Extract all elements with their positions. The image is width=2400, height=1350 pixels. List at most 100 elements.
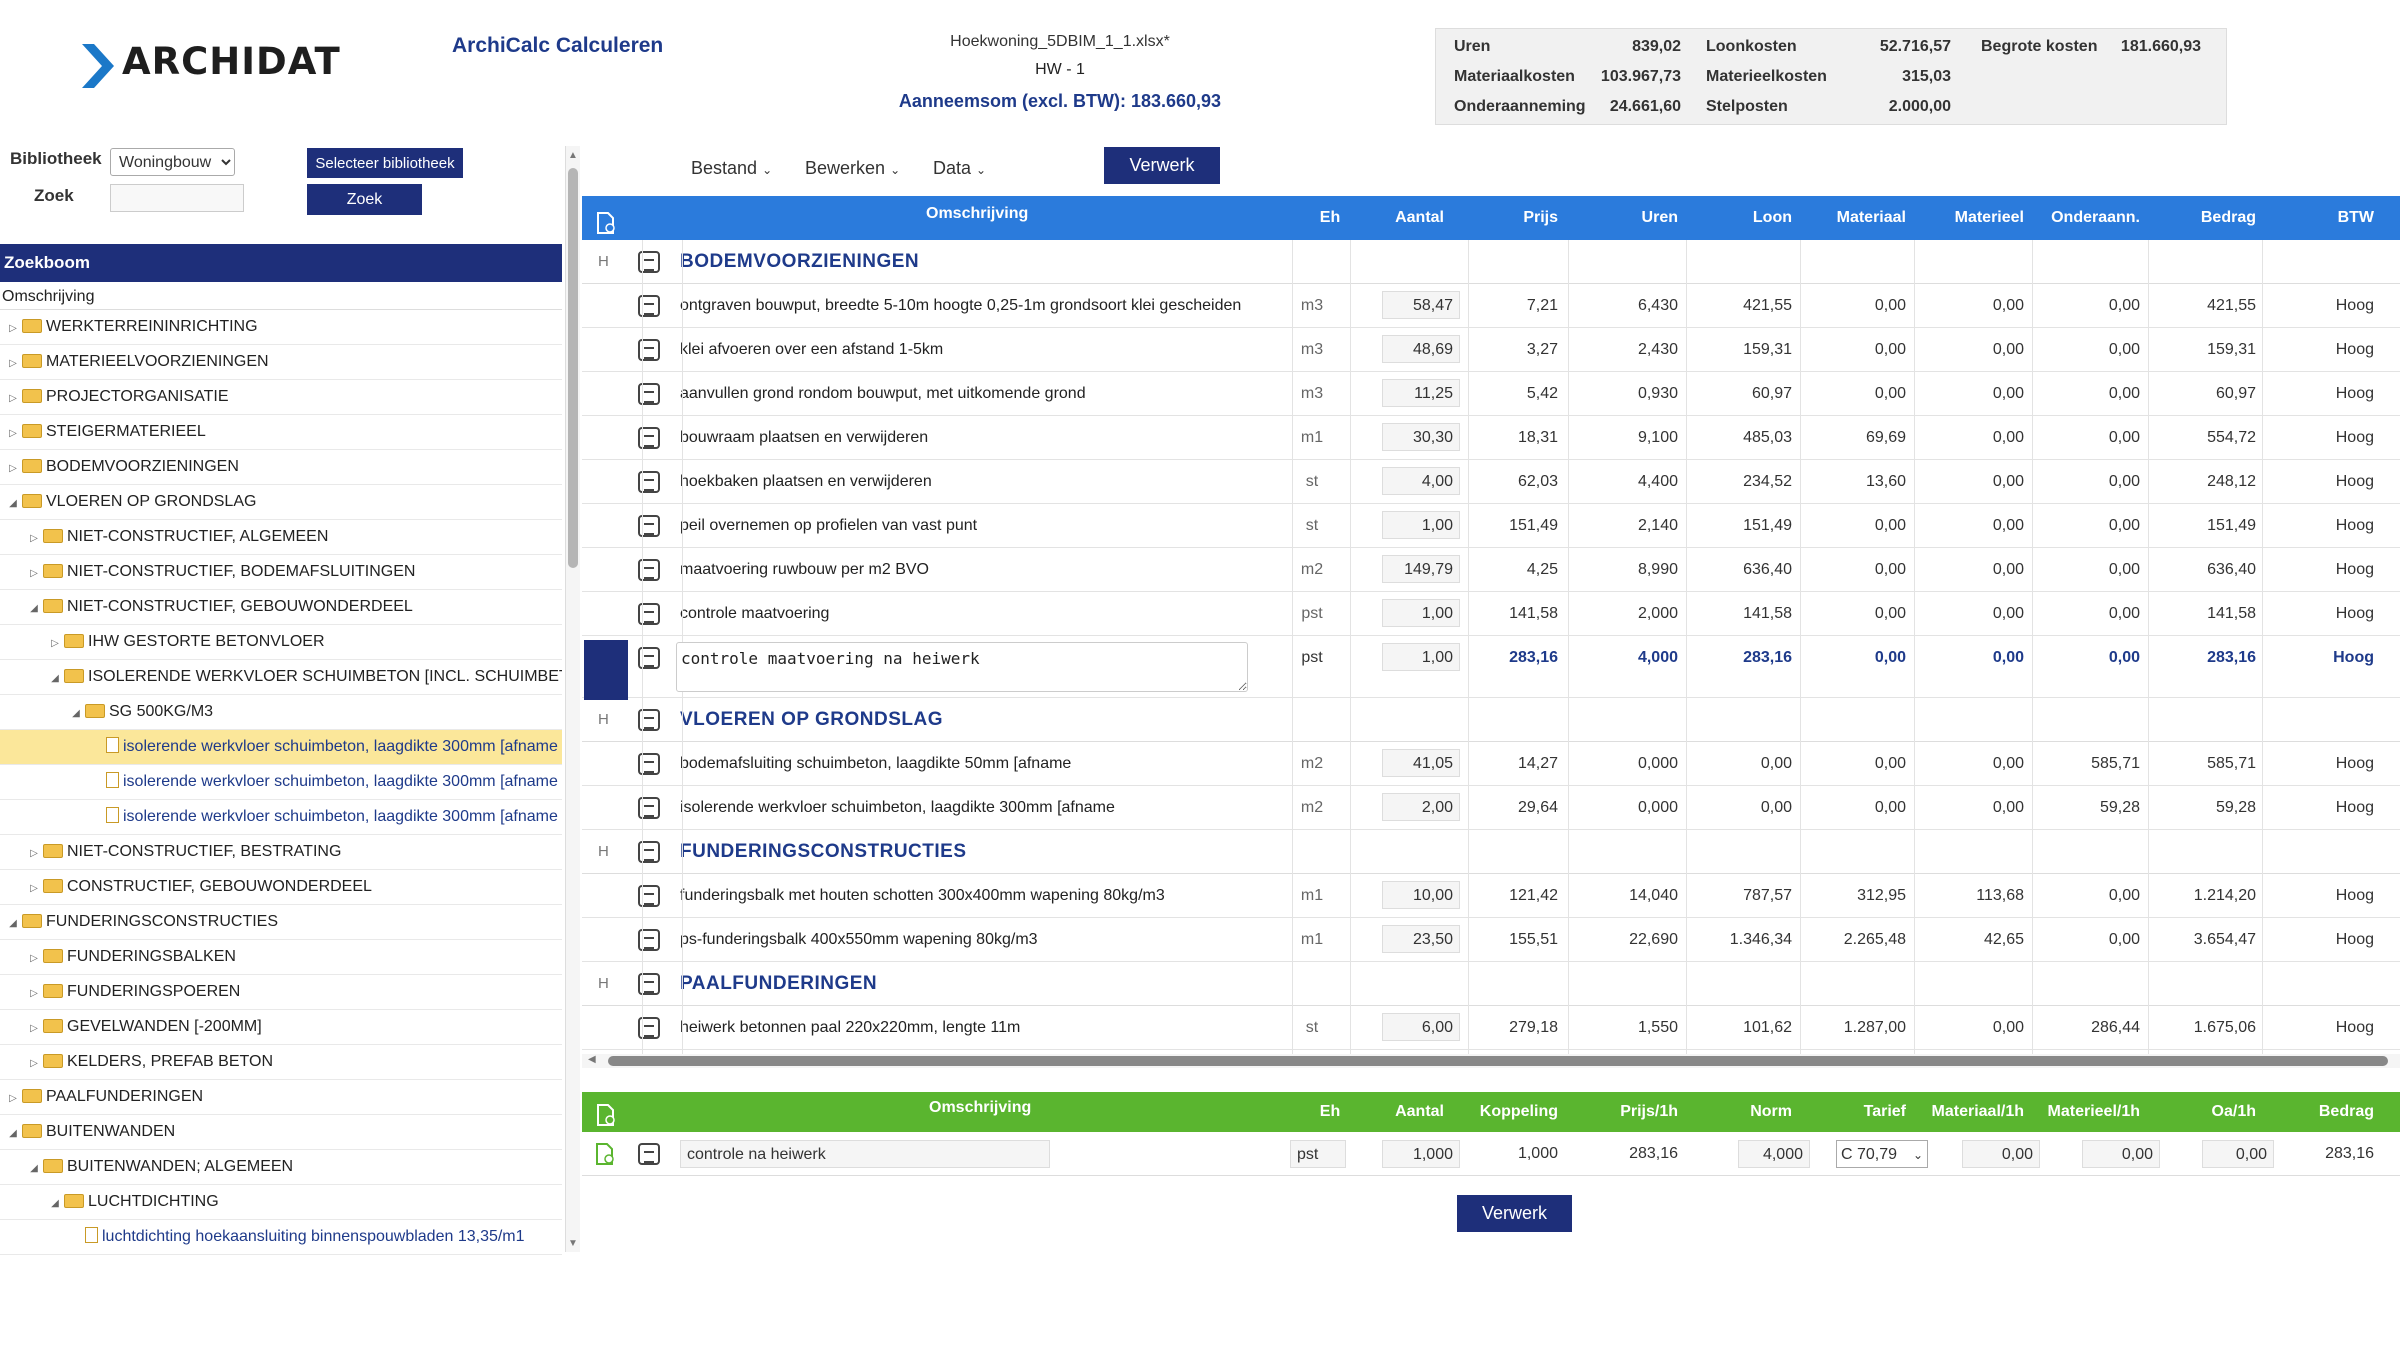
- table-row[interactable]: isolerende werkvloer schuimbeton, laagdi…: [582, 786, 2400, 830]
- expand-icon[interactable]: ▷: [27, 1012, 41, 1044]
- collapse-icon[interactable]: ◢: [6, 907, 20, 939]
- detail-description-input[interactable]: controle na heiwerk: [680, 1140, 1050, 1168]
- scroll-up-icon[interactable]: ▲: [568, 150, 578, 161]
- tree-folder-item[interactable]: ◢ BUITENWANDEN; ALGEMEEN: [0, 1150, 562, 1185]
- add-document-icon[interactable]: [596, 208, 616, 234]
- table-row[interactable]: ontgraven bouwput, breedte 5-10m hoogte …: [582, 284, 2400, 328]
- collapse-icon[interactable]: ◢: [27, 592, 41, 624]
- row-aantal-input[interactable]: 4,00: [1382, 467, 1460, 495]
- detail-aantal-input[interactable]: 1,000: [1382, 1140, 1460, 1168]
- tree-folder-item[interactable]: ◢ FUNDERINGSCONSTRUCTIES: [0, 905, 562, 940]
- row-aantal-input[interactable]: 48,69: [1382, 335, 1460, 363]
- table-row[interactable]: hoekbaken plaatsen en verwijderen st 4,00 6…: [582, 460, 2400, 504]
- expand-icon[interactable]: ▷: [6, 347, 20, 379]
- collapse-icon[interactable]: ◢: [6, 487, 20, 519]
- detail-materieel1h-input[interactable]: 0,00: [2082, 1140, 2160, 1168]
- tree-folder-item[interactable]: ◢ VLOEREN OP GRONDSLAG: [0, 485, 562, 520]
- row-aantal-input[interactable]: 11,25: [1382, 379, 1460, 407]
- row-aantal-input[interactable]: 10,00: [1382, 881, 1460, 909]
- table-row[interactable]: controle maatvoering pst 1,00 141,58 2,000 14…: [582, 592, 2400, 636]
- table-section-row[interactable]: H VLOEREN OP GRONDSLAG: [582, 698, 2400, 742]
- table-section-row[interactable]: H FUNDERINGSCONSTRUCTIES: [582, 830, 2400, 874]
- table-section-row[interactable]: H BODEMVOORZIENINGEN: [582, 240, 2400, 284]
- tree-folder-item[interactable]: ▷ IHW GESTORTE BETONVLOER: [0, 625, 562, 660]
- collapse-icon[interactable]: ◢: [69, 697, 83, 729]
- row-aantal-input[interactable]: 149,79: [1382, 555, 1460, 583]
- menu-data[interactable]: Data ⌄: [933, 158, 986, 179]
- tree-leaf-item[interactable]: isolerende werkvloer schuimbeton, laagdi…: [0, 730, 562, 765]
- table-row[interactable]: bodemafsluiting schuimbeton, laagdikte 5…: [582, 742, 2400, 786]
- row-aantal-input[interactable]: 1,00: [1382, 599, 1460, 627]
- tree-folder-item[interactable]: ◢ LUCHTDICHTING: [0, 1185, 562, 1220]
- expand-icon[interactable]: ▷: [6, 382, 20, 414]
- table-row[interactable]: funderingsbalk met houten schotten 300x4…: [582, 874, 2400, 918]
- expand-icon[interactable]: ▷: [27, 837, 41, 869]
- expand-icon[interactable]: ▷: [27, 872, 41, 904]
- menu-bewerken[interactable]: Bewerken ⌄: [805, 158, 900, 179]
- expand-icon[interactable]: ▷: [6, 312, 20, 344]
- calculator-icon[interactable]: [638, 1143, 660, 1165]
- tree-folder-item[interactable]: ▷ GEVELWANDEN [-200MM]: [0, 1010, 562, 1045]
- detail-materiaal1h-input[interactable]: 0,00: [1962, 1140, 2040, 1168]
- tree-folder-item[interactable]: ▷ MATERIEELVOORZIENINGEN: [0, 345, 562, 380]
- row-aantal-input[interactable]: 1,00: [1382, 643, 1460, 671]
- collapse-icon[interactable]: ◢: [6, 1117, 20, 1149]
- table-row[interactable]: bouwraam plaatsen en verwijderen m1 30,30 1…: [582, 416, 2400, 460]
- table-row[interactable]: peil overnemen op profielen van vast pun…: [582, 504, 2400, 548]
- collapse-icon[interactable]: ◢: [48, 1187, 62, 1219]
- add-document-icon[interactable]: [594, 1143, 616, 1165]
- detail-eh-input[interactable]: pst: [1290, 1140, 1346, 1168]
- main-table-scrollbar-thumb[interactable]: [608, 1056, 2388, 1066]
- tree-folder-item[interactable]: ▷ KELDERS, PREFAB BETON: [0, 1045, 562, 1080]
- tree-leaf-item[interactable]: isolerende werkvloer schuimbeton, laagdi…: [0, 765, 562, 800]
- search-input[interactable]: [110, 184, 244, 212]
- collapse-icon[interactable]: ◢: [27, 1152, 41, 1184]
- expand-icon[interactable]: ▷: [6, 452, 20, 484]
- add-document-icon[interactable]: [596, 1102, 616, 1126]
- tree-folder-item[interactable]: ▷ PROJECTORGANISATIE: [0, 380, 562, 415]
- row-aantal-input[interactable]: 6,00: [1382, 1013, 1460, 1041]
- table-row[interactable]: heiwerk betonnen paal 220x220mm, lengte …: [582, 1006, 2400, 1050]
- menu-bestand[interactable]: Bestand ⌄: [691, 158, 772, 179]
- tree-folder-item[interactable]: ▷ NIET-CONSTRUCTIEF, BESTRATING: [0, 835, 562, 870]
- collapse-icon[interactable]: ◢: [48, 662, 62, 694]
- tree-folder-item[interactable]: ▷ FUNDERINGSPOEREN: [0, 975, 562, 1010]
- active-row-marker[interactable]: [584, 640, 628, 700]
- tree-folder-item[interactable]: ▷ FUNDERINGSBALKEN: [0, 940, 562, 975]
- row-aantal-input[interactable]: 1,00: [1382, 511, 1460, 539]
- tree-folder-item[interactable]: ▷ NIET-CONSTRUCTIEF, BODEMAFSLUITINGEN: [0, 555, 562, 590]
- tree-folder-item[interactable]: ▷ PAALFUNDERINGEN: [0, 1080, 562, 1115]
- tree-folder-item[interactable]: ▷ CONSTRUCTIEF, GEBOUWONDERDEEL: [0, 870, 562, 905]
- detail-tarief-select[interactable]: C 70,79 ⌄: [1836, 1140, 1928, 1168]
- expand-icon[interactable]: ▷: [27, 977, 41, 1009]
- tree-folder-item[interactable]: ◢ NIET-CONSTRUCTIEF, GEBOUWONDERDEEL: [0, 590, 562, 625]
- verwerk-button[interactable]: Verwerk: [1104, 147, 1220, 184]
- table-row[interactable]: maatvoering ruwbouw per m2 BVO m2 149,79 4,…: [582, 548, 2400, 592]
- expand-icon[interactable]: ▷: [6, 417, 20, 449]
- verwerk-detail-button[interactable]: Verwerk: [1457, 1195, 1572, 1232]
- expand-icon[interactable]: ▷: [27, 1047, 41, 1079]
- app-title[interactable]: ArchiCalc Calculeren: [452, 34, 663, 58]
- tree-folder-item[interactable]: ▷ WERKTERREININRICHTING: [0, 310, 562, 345]
- tree-folder-item[interactable]: ▷ BODEMVOORZIENINGEN: [0, 450, 562, 485]
- select-library-button[interactable]: Selecteer bibliotheek: [307, 148, 463, 178]
- tree-scrollbar-thumb[interactable]: [568, 168, 578, 568]
- table-section-row[interactable]: H PAALFUNDERINGEN: [582, 962, 2400, 1006]
- detail-norm-input[interactable]: 4,000: [1738, 1140, 1810, 1168]
- active-row-description-input[interactable]: controle maatvoering na heiwerk: [676, 642, 1248, 692]
- search-button[interactable]: Zoek: [307, 184, 422, 215]
- expand-icon[interactable]: ▷: [48, 627, 62, 659]
- scroll-down-icon[interactable]: ▼: [568, 1238, 578, 1249]
- table-row[interactable]: klei afvoeren over een afstand 1-5km m3 48…: [582, 328, 2400, 372]
- tree-folder-item[interactable]: ◢ BUITENWANDEN: [0, 1115, 562, 1150]
- row-aantal-input[interactable]: 23,50: [1382, 925, 1460, 953]
- tree-folder-item[interactable]: ▷ NIET-CONSTRUCTIEF, ALGEMEEN: [0, 520, 562, 555]
- library-select[interactable]: Woningbouw: [110, 148, 235, 176]
- table-row[interactable]: ps-funderingsbalk 400x550mm wapening 80k…: [582, 918, 2400, 962]
- row-aantal-input[interactable]: 30,30: [1382, 423, 1460, 451]
- expand-icon[interactable]: ▷: [27, 942, 41, 974]
- expand-icon[interactable]: ▷: [27, 522, 41, 554]
- tree-leaf-item[interactable]: luchtdichting hoekaansluiting binnenspou…: [0, 1220, 562, 1255]
- tree-folder-item[interactable]: ◢ ISOLERENDE WERKVLOER SCHUIMBETON [INCL.…: [0, 660, 562, 695]
- scroll-left-icon[interactable]: ◀: [588, 1054, 596, 1065]
